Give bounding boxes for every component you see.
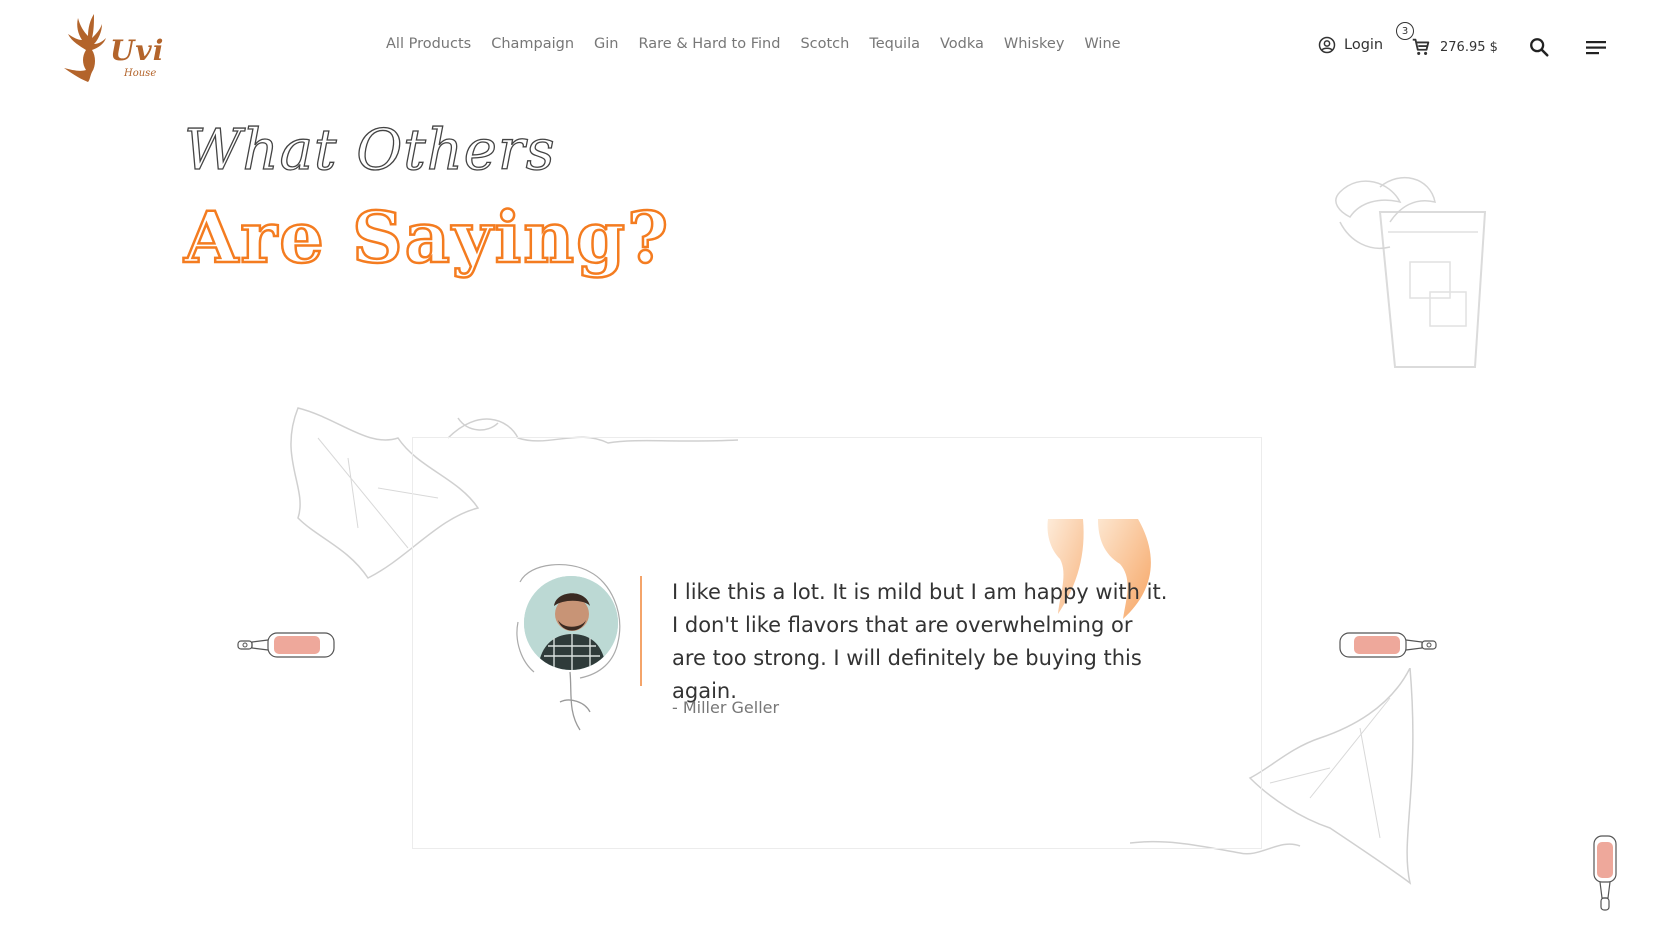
cart-count-badge: 3	[1396, 22, 1414, 40]
login-link[interactable]: Login	[1318, 36, 1383, 54]
search-icon[interactable]	[1528, 36, 1550, 58]
nav-item-scotch[interactable]: Scotch	[790, 36, 859, 52]
scroll-to-top-button[interactable]	[1592, 834, 1618, 918]
section-main-title: Are Saying?	[183, 195, 671, 281]
site-header: Uvi House All Products Champaign Gin Rar…	[0, 0, 1660, 96]
login-label: Login	[1344, 37, 1384, 53]
avatar	[524, 576, 618, 670]
brand-name: Uvi	[110, 34, 165, 67]
user-circle-icon	[1318, 36, 1336, 54]
menu-icon[interactable]	[1584, 38, 1608, 58]
nav-item-vodka[interactable]: Vodka	[930, 36, 994, 52]
section-script-title: What Others	[183, 117, 556, 183]
nav-item-all-products[interactable]: All Products	[378, 36, 481, 52]
quote-divider	[640, 576, 642, 686]
nav-item-champaign[interactable]: Champaign	[481, 36, 584, 52]
deer-antler-icon	[64, 14, 106, 82]
bottle-right-icon	[1339, 632, 1437, 658]
testimonial-quote: I like this a lot. It is mild but I am h…	[672, 580, 1168, 703]
nav-item-wine[interactable]: Wine	[1074, 36, 1130, 52]
testimonial-author: - Miller Geller	[672, 698, 780, 717]
carousel-next-button[interactable]	[1338, 630, 1438, 664]
cart-button[interactable]: 3 276.95 $	[1396, 22, 1498, 58]
main-nav: All Products Champaign Gin Rare & Hard t…	[378, 36, 1131, 52]
author-avatar-frame	[510, 562, 634, 734]
cart-total: 276.95 $	[1440, 39, 1498, 55]
brand-logo[interactable]: Uvi House	[58, 12, 165, 84]
nav-item-gin[interactable]: Gin	[584, 36, 628, 52]
carousel-prev-button[interactable]	[236, 630, 336, 664]
nav-item-whiskey[interactable]: Whiskey	[994, 36, 1075, 52]
brand-tagline: House	[124, 68, 157, 79]
bottle-up-icon	[1593, 835, 1617, 911]
bottle-left-icon	[237, 632, 335, 658]
nav-item-rare[interactable]: Rare & Hard to Find	[629, 36, 791, 52]
nav-item-tequila[interactable]: Tequila	[859, 36, 930, 52]
cart-icon: 3	[1396, 22, 1432, 58]
cocktail-glass-illustration	[1320, 172, 1510, 376]
